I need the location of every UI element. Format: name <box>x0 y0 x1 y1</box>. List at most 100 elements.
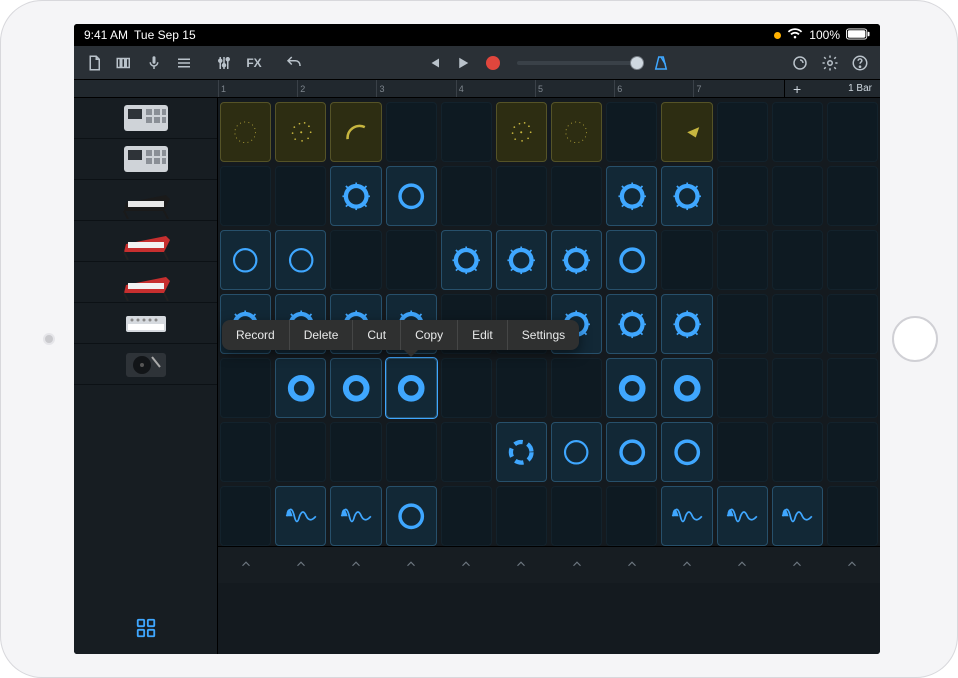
loop-cell[interactable] <box>220 422 271 482</box>
loop-cell[interactable] <box>330 102 381 162</box>
loop-cell[interactable] <box>441 422 492 482</box>
bar-label[interactable]: 1 Bar <box>848 83 872 94</box>
loop-cell[interactable] <box>330 486 381 546</box>
loop-cell[interactable] <box>496 486 547 546</box>
loop-cell[interactable] <box>275 230 326 290</box>
undo-button[interactable] <box>280 50 308 76</box>
loop-cell[interactable] <box>441 166 492 226</box>
loop-cell[interactable] <box>606 230 657 290</box>
column-trigger[interactable] <box>441 551 492 577</box>
master-volume-slider[interactable] <box>517 61 637 65</box>
loop-cell[interactable] <box>275 422 326 482</box>
loop-cell[interactable] <box>606 166 657 226</box>
column-trigger[interactable] <box>551 551 602 577</box>
metronome-button[interactable] <box>647 50 675 76</box>
context-edit-button[interactable]: Edit <box>458 320 508 350</box>
loop-cell[interactable] <box>606 486 657 546</box>
loop-cell[interactable] <box>717 230 768 290</box>
help-button[interactable] <box>846 50 874 76</box>
track-header-keyboard-3[interactable] <box>74 262 217 303</box>
loop-cell[interactable] <box>496 230 547 290</box>
loop-cell[interactable] <box>772 294 823 354</box>
column-trigger[interactable] <box>220 551 271 577</box>
loop-cell[interactable] <box>606 102 657 162</box>
loop-cell[interactable] <box>661 486 712 546</box>
loop-cell[interactable] <box>661 230 712 290</box>
context-record-button[interactable]: Record <box>222 320 290 350</box>
loop-cell[interactable] <box>827 422 878 482</box>
fx-button[interactable]: FX <box>240 50 268 76</box>
loop-cell[interactable] <box>220 102 271 162</box>
loop-cell[interactable] <box>220 486 271 546</box>
column-trigger[interactable] <box>496 551 547 577</box>
mixer-button[interactable] <box>210 50 238 76</box>
loop-cell[interactable] <box>717 486 768 546</box>
mic-button[interactable] <box>140 50 168 76</box>
loop-cell[interactable] <box>827 358 878 418</box>
loop-cell[interactable] <box>772 486 823 546</box>
loop-cell[interactable] <box>827 230 878 290</box>
loop-cell[interactable] <box>386 166 437 226</box>
loop-cell[interactable] <box>606 358 657 418</box>
loop-cell[interactable] <box>551 102 602 162</box>
play-button[interactable] <box>449 50 477 76</box>
loop-cell[interactable] <box>330 166 381 226</box>
loop-cell[interactable] <box>772 358 823 418</box>
loop-cell[interactable] <box>717 166 768 226</box>
loop-cell[interactable] <box>551 166 602 226</box>
loop-cell[interactable] <box>661 358 712 418</box>
column-trigger[interactable] <box>275 551 326 577</box>
rewind-button[interactable] <box>419 50 447 76</box>
loop-cell[interactable] <box>551 422 602 482</box>
loop-cell[interactable] <box>441 358 492 418</box>
loop-cell[interactable] <box>606 422 657 482</box>
loop-cell[interactable] <box>551 358 602 418</box>
loop-cell[interactable] <box>827 294 878 354</box>
loop-cell[interactable] <box>441 102 492 162</box>
loop-cell[interactable] <box>827 166 878 226</box>
loop-cell[interactable] <box>827 102 878 162</box>
column-trigger[interactable] <box>386 551 437 577</box>
loop-cell[interactable] <box>386 422 437 482</box>
loop-cell[interactable] <box>275 166 326 226</box>
context-copy-button[interactable]: Copy <box>401 320 458 350</box>
loop-cell[interactable] <box>386 358 437 418</box>
loop-cell[interactable] <box>717 102 768 162</box>
loop-cell[interactable] <box>606 294 657 354</box>
loop-cell[interactable] <box>330 230 381 290</box>
loop-cell[interactable] <box>496 166 547 226</box>
column-trigger[interactable] <box>330 551 381 577</box>
loop-cell[interactable] <box>827 486 878 546</box>
context-cut-button[interactable]: Cut <box>353 320 401 350</box>
track-header-keyboard-2[interactable] <box>74 221 217 262</box>
loop-cell[interactable] <box>717 358 768 418</box>
home-button[interactable] <box>892 316 938 362</box>
loop-cell[interactable] <box>661 102 712 162</box>
timeline-ruler[interactable]: 1234567 + 1 Bar <box>74 80 880 98</box>
volume-thumb[interactable] <box>630 56 644 70</box>
column-trigger[interactable] <box>772 551 823 577</box>
loop-cell[interactable] <box>275 486 326 546</box>
track-header-turntable[interactable] <box>74 344 217 385</box>
my-songs-button[interactable] <box>80 50 108 76</box>
loop-cell[interactable] <box>772 166 823 226</box>
context-settings-button[interactable]: Settings <box>508 320 579 350</box>
loop-cell[interactable] <box>386 230 437 290</box>
loop-cell[interactable] <box>551 230 602 290</box>
loop-cell[interactable] <box>220 358 271 418</box>
loop-cell[interactable] <box>330 422 381 482</box>
track-header-keyboard-1[interactable] <box>74 180 217 221</box>
loop-cell[interactable] <box>275 102 326 162</box>
add-bar-button[interactable]: + <box>793 81 801 97</box>
track-header-drum-machine-2[interactable] <box>74 139 217 180</box>
loop-cell[interactable] <box>386 486 437 546</box>
record-button[interactable] <box>479 50 507 76</box>
track-header-synth[interactable] <box>74 303 217 344</box>
context-delete-button[interactable]: Delete <box>290 320 354 350</box>
loop-cell[interactable] <box>717 294 768 354</box>
loop-cell[interactable] <box>772 422 823 482</box>
column-trigger[interactable] <box>606 551 657 577</box>
loop-cell[interactable] <box>441 486 492 546</box>
loop-cell[interactable] <box>496 102 547 162</box>
settings-button[interactable] <box>816 50 844 76</box>
